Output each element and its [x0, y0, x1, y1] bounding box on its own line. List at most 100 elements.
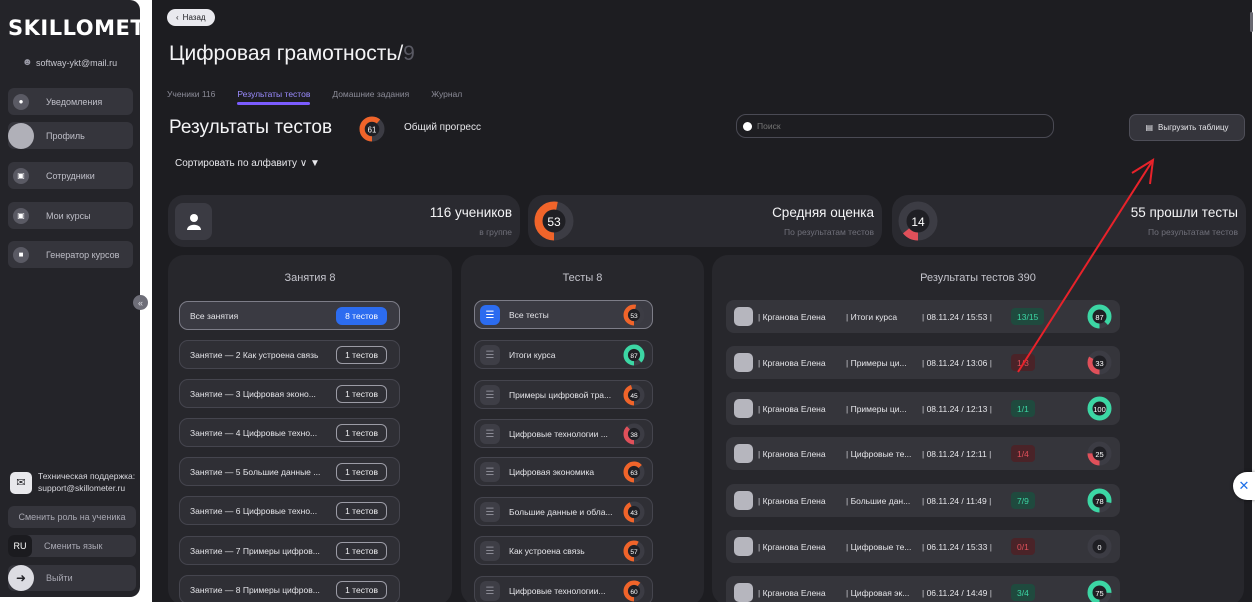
lesson-item[interactable]: Занятие — 5 Большие данные ... 1 тестов: [179, 457, 400, 486]
lesson-label: Занятие — 7 Примеры цифров...: [190, 546, 320, 556]
sidebar-item-notifications[interactable]: ● Уведомления: [8, 88, 133, 115]
tab-homework[interactable]: Домашние задания: [332, 89, 409, 99]
students-sub: в группе: [479, 227, 512, 237]
back-button[interactable]: ‹ Назад: [167, 9, 215, 26]
result-progress-ring: 75: [1087, 580, 1112, 602]
lesson-label: Занятие — 2 Как устроена связь: [190, 350, 319, 360]
result-row[interactable]: | Крганова Елена | Примеры ци... | 08.11…: [726, 392, 1120, 425]
test-item[interactable]: ☰ Цифровые технологии... 60: [474, 576, 653, 602]
result-student: | Крганова Елена: [758, 496, 826, 506]
result-score: 13/15: [1011, 308, 1045, 325]
ring-value: 87: [1095, 313, 1103, 322]
sidebar-item-profile[interactable]: Профиль: [8, 122, 133, 149]
avatar: [734, 583, 753, 602]
tests-title: Тесты 8: [562, 272, 603, 284]
sort-label: Сортировать по алфавиту: [175, 158, 298, 169]
result-row[interactable]: | Крганова Елена | Цифровая эк... | 06.1…: [726, 576, 1120, 602]
filter-icon: ▼: [309, 158, 320, 169]
passed-tests-ring: 14: [898, 201, 938, 246]
search-icon: [743, 121, 752, 131]
ring-value: 61: [368, 125, 377, 134]
scrollbar[interactable]: [1250, 12, 1253, 32]
result-student: | Крганова Елена: [758, 588, 826, 598]
result-date: | 08.11.24 / 13:06 |: [922, 358, 992, 368]
test-progress-ring: 43: [623, 501, 645, 525]
sidebar-item-course-generator[interactable]: ■ Генератор курсов: [8, 241, 133, 268]
test-item[interactable]: ☰ Цифровая экономика 63: [474, 457, 653, 486]
support-info[interactable]: ✉ Техническая поддержка: support@skillom…: [10, 470, 138, 494]
lesson-label: Занятие — 4 Цифровые техно...: [190, 428, 318, 438]
test-label: Большие данные и обла...: [509, 507, 613, 517]
test-item[interactable]: ☰ Как устроена связь 57: [474, 536, 653, 565]
ring-value: 33: [1095, 359, 1103, 368]
lesson-item[interactable]: Занятие — 6 Цифровые техно... 1 тестов: [179, 496, 400, 525]
ring-value: 43: [630, 510, 638, 517]
lesson-item[interactable]: Занятие — 3 Цифровая эконо... 1 тестов: [179, 379, 400, 408]
list-icon: ☰: [480, 424, 500, 444]
collapse-sidebar-icon[interactable]: «: [133, 295, 148, 310]
ring-value: 75: [1095, 589, 1103, 598]
tab-students[interactable]: Ученики 116: [167, 89, 215, 99]
lesson-item[interactable]: Занятие — 8 Примеры цифров... 1 тестов: [179, 575, 400, 602]
test-label: Примеры цифровой тра...: [509, 390, 612, 400]
search-input[interactable]: [757, 121, 1037, 131]
ring-value: 63: [630, 470, 638, 477]
export-table-button[interactable]: ▤ Выгрузить таблицу: [1129, 114, 1245, 141]
result-student: | Крганова Елена: [758, 404, 826, 414]
passed-tests-sub: По результатам тестов: [1148, 227, 1238, 237]
lesson-item[interactable]: Занятие — 7 Примеры цифров... 1 тестов: [179, 536, 400, 565]
ring-value: 60: [630, 589, 638, 596]
test-item[interactable]: ☰ Цифровые технологии ... 38: [474, 419, 653, 448]
result-date: | 08.11.24 / 12:13 |: [922, 404, 992, 414]
result-row[interactable]: | Крганова Елена | Примеры ци... | 08.11…: [726, 346, 1120, 379]
sidebar-item-label: Уведомления: [46, 96, 103, 107]
test-item[interactable]: ☰ Примеры цифровой тра... 45: [474, 380, 653, 409]
lesson-badge: 1 тестов: [336, 463, 387, 481]
lesson-badge: 1 тестов: [336, 502, 387, 520]
test-item[interactable]: ☰ Итоги курса 87: [474, 340, 653, 369]
switch-language-button[interactable]: RU Сменить язык: [8, 535, 136, 557]
result-test: | Итоги курса: [846, 312, 898, 322]
lesson-label: Занятие — 3 Цифровая эконо...: [190, 389, 316, 399]
result-student: | Крганова Елена: [758, 312, 826, 322]
tab-journal[interactable]: Журнал: [431, 89, 462, 99]
sort-dropdown[interactable]: Сортировать по алфавиту ∨ ▼: [175, 158, 320, 169]
overall-progress-label: Общий прогресс: [404, 122, 481, 133]
lesson-item[interactable]: Занятие — 2 Как устроена связь 1 тестов: [179, 340, 400, 369]
test-item[interactable]: ☰ Большие данные и обла... 43: [474, 497, 653, 526]
result-test: | Цифровые те...: [846, 449, 912, 459]
result-test: | Цифровая эк...: [846, 588, 910, 598]
sidebar-item-my-courses[interactable]: ▣ Мои курсы: [8, 202, 133, 229]
result-progress-ring: 100: [1087, 396, 1112, 423]
switch-role-button[interactable]: Сменить роль на ученика: [8, 506, 136, 528]
lesson-item[interactable]: Занятие — 4 Цифровые техно... 1 тестов: [179, 418, 400, 447]
search-field[interactable]: [736, 114, 1054, 138]
ring-value: 53: [547, 215, 561, 229]
lesson-item[interactable]: Все занятия 8 тестов: [179, 301, 400, 330]
lesson-label: Занятие — 6 Цифровые техно...: [190, 506, 318, 516]
results-panel: Результаты тестов 390 | Крганова Елена |…: [712, 255, 1244, 602]
lesson-label: Все занятия: [190, 311, 239, 321]
result-row[interactable]: | Крганова Елена | Цифровые те... | 06.1…: [726, 530, 1120, 563]
support-widget-icon[interactable]: ✕: [1233, 472, 1255, 500]
tests-panel: Тесты 8 ☰ Все тесты 53 ☰ Итоги курса 87 ☰ При…: [461, 255, 704, 602]
students-stat-card: 116 учеников в группе: [168, 195, 520, 247]
ring-value: 38: [630, 432, 638, 439]
result-progress-ring: 78: [1087, 488, 1112, 515]
result-student: | Крганова Елена: [758, 449, 826, 459]
lesson-label: Занятие — 5 Большие данные ...: [190, 467, 321, 477]
result-student: | Крганова Елена: [758, 358, 826, 368]
lessons-panel: Занятия 8 Все занятия 8 тестов Занятие — …: [168, 255, 452, 602]
sidebar-item-employees[interactable]: ▣ Сотрудники: [8, 162, 133, 189]
result-row[interactable]: | Крганова Елена | Большие дан... | 08.1…: [726, 484, 1120, 517]
test-item[interactable]: ☰ Все тесты 53: [474, 300, 653, 329]
results-title: Результаты тестов 390: [920, 272, 1036, 284]
ring-value: 45: [630, 393, 638, 400]
result-row[interactable]: | Крганова Елена | Итоги курса | 08.11.2…: [726, 300, 1120, 333]
result-date: | 06.11.24 / 14:49 |: [922, 588, 992, 598]
result-row[interactable]: | Крганова Елена | Цифровые те... | 08.1…: [726, 437, 1120, 470]
avatar: [734, 537, 753, 556]
generator-icon: ■: [13, 246, 29, 263]
logout-button[interactable]: ➜ Выйти: [8, 565, 136, 591]
tab-test-results[interactable]: Результаты тестов: [237, 89, 310, 105]
